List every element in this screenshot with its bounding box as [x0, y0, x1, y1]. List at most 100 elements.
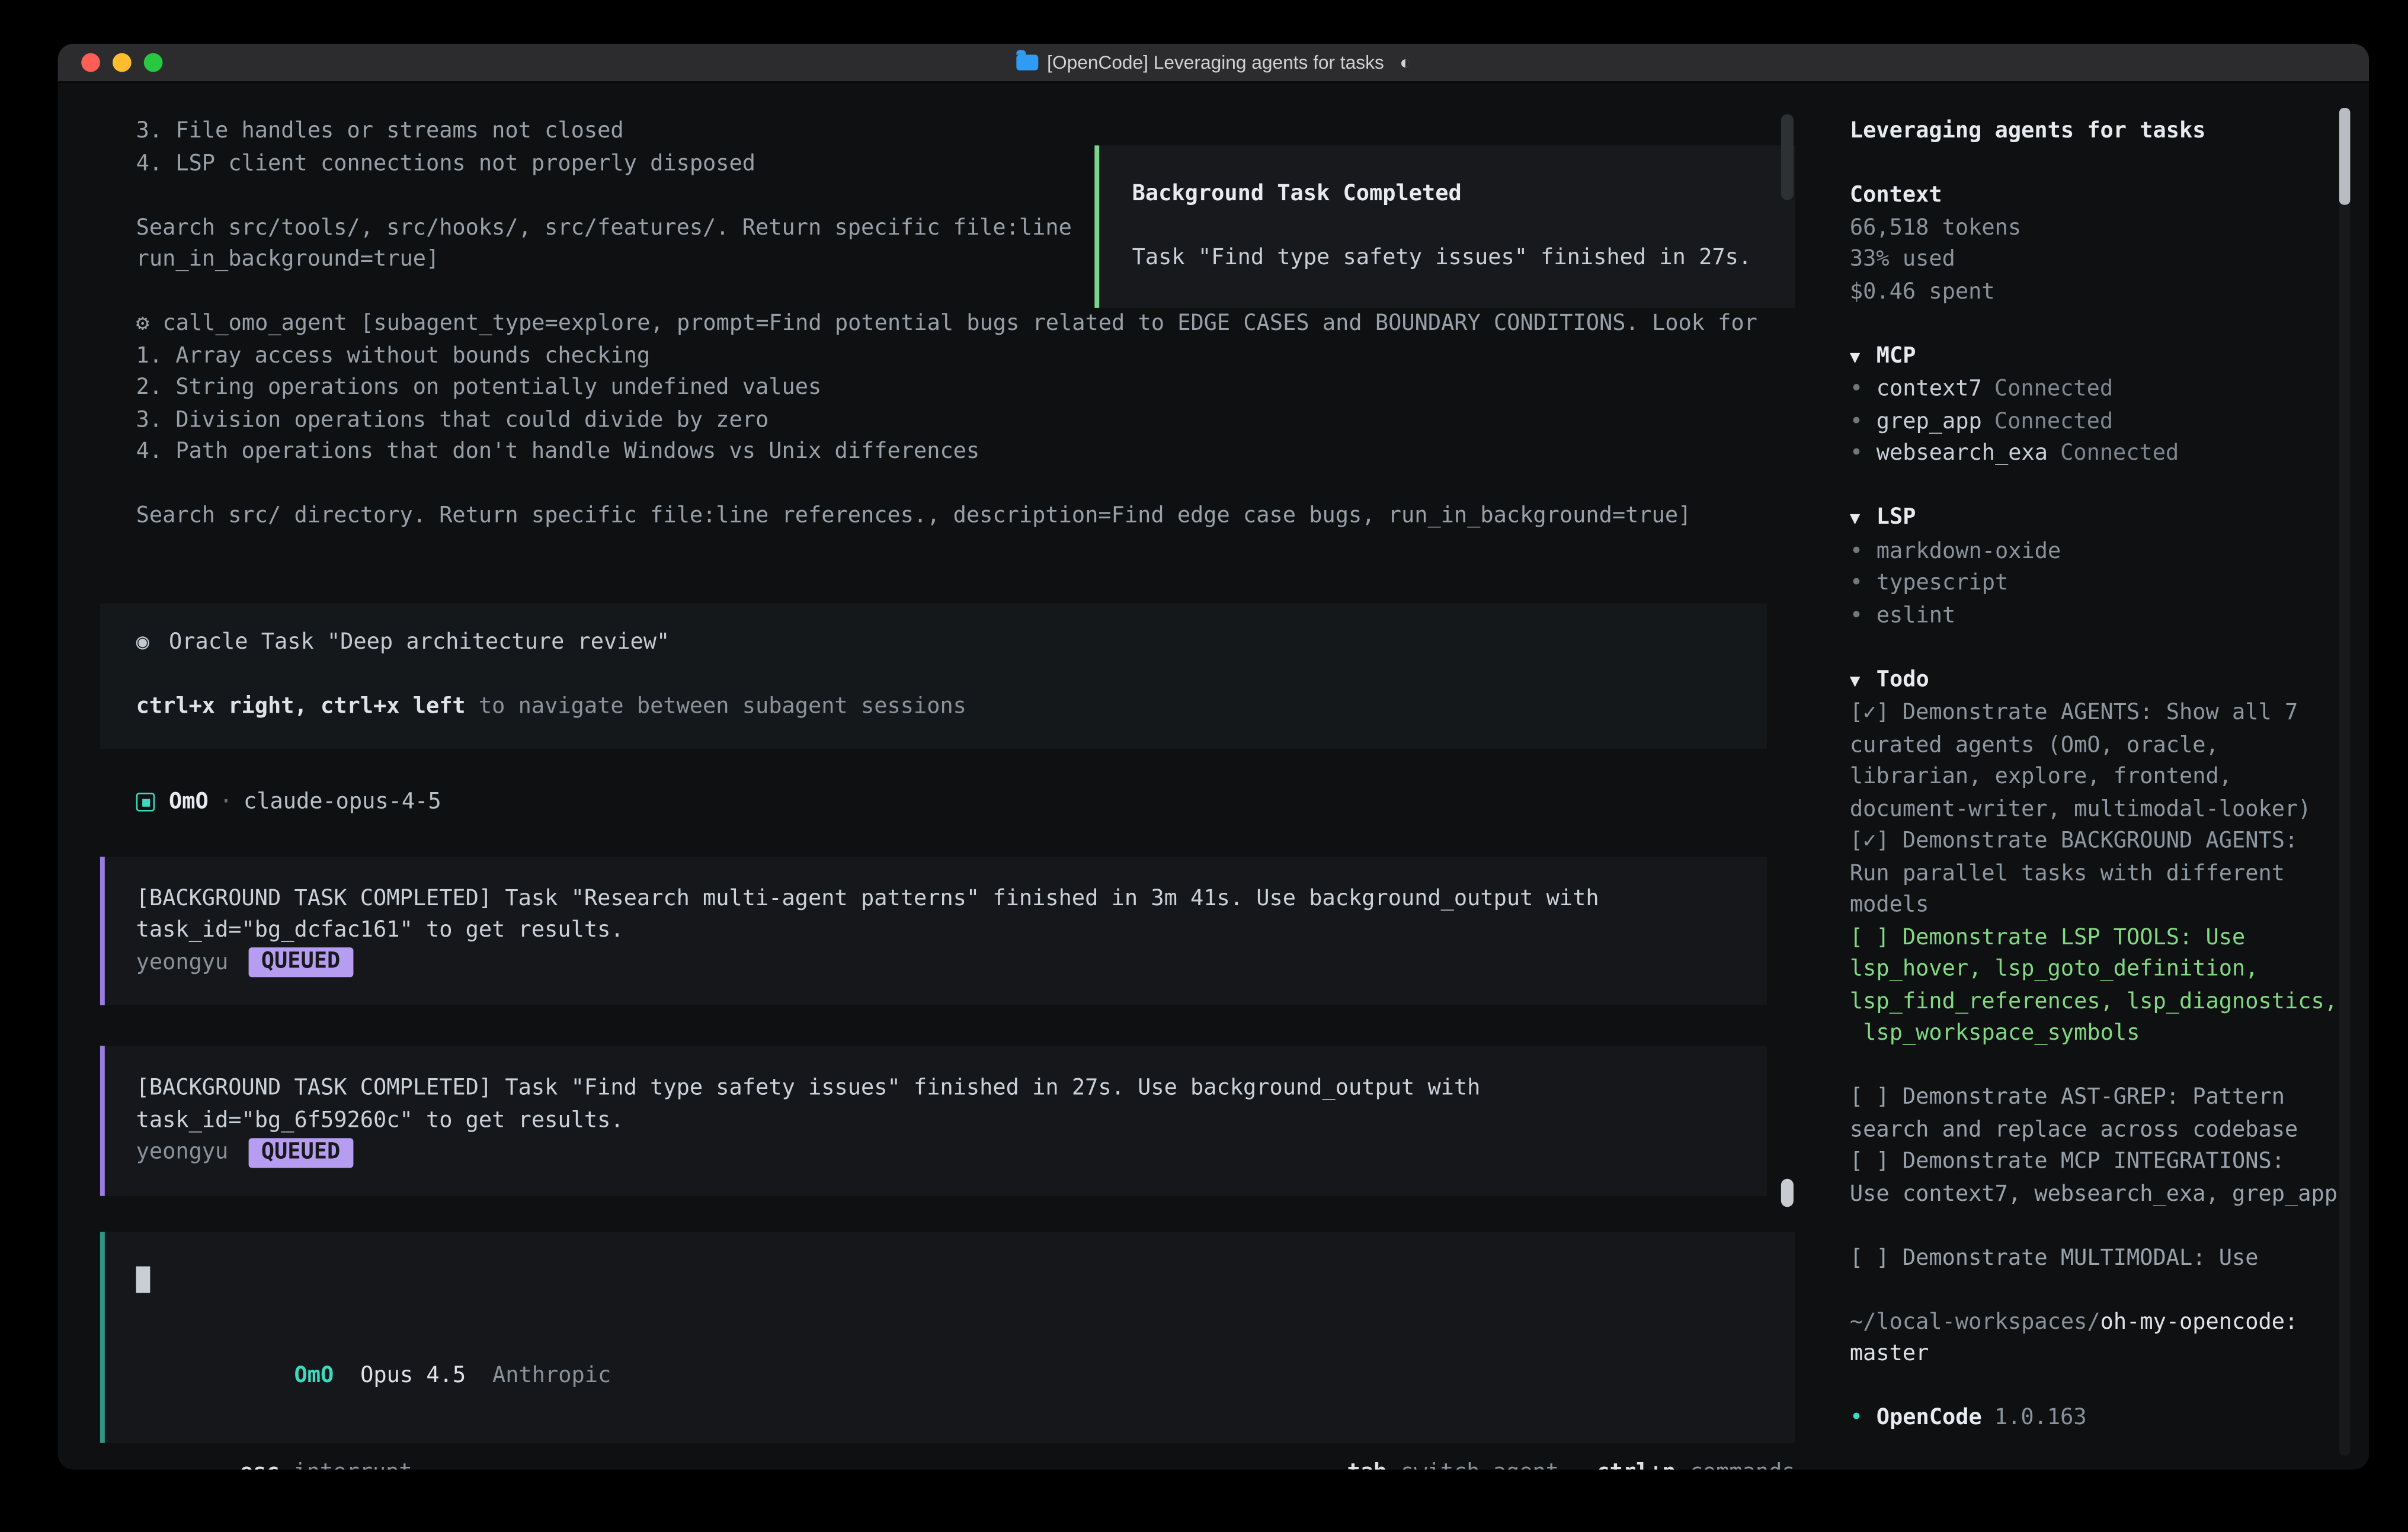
window-title-group: [OpenCode] Leveraging agents for tasks ◐ — [1016, 47, 1411, 79]
model-info-row: OmOOpus 4.5Anthropic — [136, 1328, 1764, 1424]
oracle-task-title: Oracle Task "Deep architecture review" — [169, 629, 670, 654]
tool-call-line: ⚙call_omo_agent [subagent_type=explore, … — [136, 308, 1825, 340]
terminal-line: 3. File handles or streams not closed — [136, 116, 1825, 148]
context-heading: Context — [1850, 183, 1942, 208]
bullet-icon: • — [1850, 1402, 1877, 1434]
mcp-item: •grep_appConnected — [1850, 406, 2369, 438]
toast-body: Task "Find type safety issues" finished … — [1132, 242, 1795, 274]
mcp-section: ▼MCP •context7Connected •grep_appConnect… — [1850, 340, 2369, 470]
tab-key-label: switch agent — [1401, 1457, 1559, 1470]
todo-section: ▼Todo [✓] Demonstrate AGENTS: Show all 7… — [1850, 664, 2369, 1274]
close-window-button[interactable] — [81, 53, 100, 72]
esc-key-hint: esc — [240, 1457, 280, 1470]
tool-call-line: 2. String operations on potentially unde… — [136, 372, 1825, 404]
commands-key-hint: ctrl+p — [1596, 1457, 1675, 1470]
navigation-hint-keys: ctrl+x right, ctrl+x left — [136, 693, 466, 718]
bullet-icon: • — [1850, 406, 1877, 438]
input-model-name: Opus 4.5 — [360, 1363, 466, 1388]
prompt-input[interactable]: OmOOpus 4.5Anthropic — [100, 1231, 1795, 1443]
sidebar-scrollbar-thumb[interactable] — [2339, 108, 2350, 205]
tool-call-line: 4. Path operations that don't handle Win… — [136, 436, 1825, 468]
mcp-section-toggle[interactable]: ▼MCP — [1850, 340, 2369, 374]
gear-icon: ⚙ — [136, 308, 163, 340]
mcp-heading: MCP — [1877, 343, 1916, 368]
todo-item-active: [ ] Demonstrate LSP TOOLS: Use lsp_hover… — [1850, 922, 2347, 1050]
message-text-line: [BACKGROUND TASK COMPLETED] Task "Find t… — [136, 1072, 1736, 1104]
message-author: yeongyu — [136, 947, 229, 979]
main-scrollbar-thumb[interactable] — [1781, 1179, 1794, 1207]
navigation-hint-text: to navigate between subagent sessions — [466, 693, 966, 718]
lsp-section: ▼LSP •markdown-oxide •typescript •eslint — [1850, 502, 2369, 632]
chevron-down-icon: ▼ — [1850, 504, 1877, 536]
context-section: Context 66,518 tokens 33% used $0.46 spe… — [1850, 180, 2369, 307]
lsp-item: •eslint — [1850, 600, 2369, 632]
bullet-icon: • — [1850, 568, 1877, 600]
title-bar[interactable]: [OpenCode] Leveraging agents for tasks ◐ — [58, 44, 2369, 83]
zoom-window-button[interactable] — [144, 53, 163, 72]
lsp-heading: LSP — [1877, 505, 1916, 530]
lsp-item: •typescript — [1850, 568, 2369, 600]
todo-heading: Todo — [1877, 667, 1929, 692]
main-scrollbar-thumb-top[interactable] — [1781, 114, 1794, 200]
queued-status-badge: QUEUED — [249, 948, 353, 977]
background-task-toast[interactable]: Background Task Completed Task "Find typ… — [1094, 145, 1795, 307]
screen: [OpenCode] Leveraging agents for tasks ◐… — [0, 0, 2408, 1532]
background-task-message: [BACKGROUND TASK COMPLETED] Task "Resear… — [100, 856, 1767, 1005]
todo-item: [ ] Demonstrate MULTIMODAL: Use — [1850, 1242, 2347, 1274]
folder-icon — [1016, 55, 1038, 70]
tool-call-line: 3. Division operations that could divide… — [136, 404, 1825, 436]
context-spent: $0.46 spent — [1850, 276, 2369, 308]
tool-call-line: Search src/ directory. Return specific f… — [136, 500, 1825, 532]
agent-model: claude-opus-4-5 — [244, 786, 441, 818]
agent-separator: · — [219, 786, 232, 818]
workspace-section: ~/local-workspaces/oh-my-opencode: maste… — [1850, 1306, 2369, 1370]
tool-call-block: ⚙call_omo_agent [subagent_type=explore, … — [58, 308, 1825, 533]
message-text-line: task_id="bg_dcfac161" to get results. — [136, 915, 1736, 947]
oracle-task-icon: ◉ — [136, 626, 169, 658]
bullet-icon: • — [1850, 536, 1877, 568]
context-tokens: 66,518 tokens — [1850, 212, 2369, 244]
esc-key-label: interrupt — [293, 1457, 412, 1470]
session-sidebar: Leveraging agents for tasks Context 66,5… — [1825, 83, 2369, 1470]
todo-item: [ ] Demonstrate AST-GREP: Pattern search… — [1850, 1082, 2347, 1146]
traffic-lights — [81, 44, 162, 81]
queued-status-badge: QUEUED — [249, 1138, 353, 1168]
tab-key-hint: tab — [1347, 1457, 1387, 1470]
conversation-pane: Background Task Completed Task "Find typ… — [58, 83, 1825, 1470]
sidebar-scrollbar-track[interactable] — [2339, 108, 2350, 1456]
toast-title: Background Task Completed — [1132, 178, 1795, 210]
agent-header: OmO · claude-opus-4-5 — [136, 786, 1825, 818]
todo-section-toggle[interactable]: ▼Todo — [1850, 664, 2369, 697]
tool-call-text: call_omo_agent [subagent_type=explore, p… — [162, 311, 1757, 336]
window-title: [OpenCode] Leveraging agents for tasks — [1047, 47, 1384, 79]
workspace-branch: master — [1850, 1338, 2369, 1370]
message-text-line: task_id="bg_6f59260c" to get results. — [136, 1104, 1736, 1136]
workspace-repo: oh-my-opencode: — [2100, 1309, 2298, 1334]
bullet-icon: • — [1850, 438, 1877, 470]
status-bar: ········ esc interrupt tab switch agent … — [100, 1457, 1795, 1470]
bullet-icon: • — [1850, 600, 1877, 632]
mcp-item: •websearch_exaConnected — [1850, 438, 2369, 470]
message-author: yeongyu — [136, 1137, 229, 1169]
text-cursor — [136, 1267, 150, 1293]
commands-key-label: commands — [1690, 1457, 1795, 1470]
tool-call-line: 1. Array access without bounds checking — [136, 340, 1825, 372]
chevron-down-icon: ▼ — [1850, 665, 1877, 697]
todo-item: [✓] Demonstrate BACKGROUND AGENTS: Run p… — [1850, 825, 2347, 921]
workspace-path-prefix: ~/local-workspaces/ — [1850, 1309, 2100, 1334]
mcp-item: •context7Connected — [1850, 374, 2369, 406]
todo-item: [ ] Demonstrate MCP INTEGRATIONS: Use co… — [1850, 1146, 2347, 1210]
input-provider-name: Anthropic — [492, 1363, 611, 1388]
app-name: OpenCode — [1877, 1405, 1982, 1430]
minimize-window-button[interactable] — [113, 53, 132, 72]
background-task-message: [BACKGROUND TASK COMPLETED] Task "Find t… — [100, 1046, 1767, 1195]
lsp-item: •markdown-oxide — [1850, 536, 2369, 568]
tool-call-line — [136, 468, 1825, 500]
chevron-down-icon: ▼ — [1850, 342, 1877, 374]
lsp-section-toggle[interactable]: ▼LSP — [1850, 502, 2369, 536]
oracle-task-panel: ◉Oracle Task "Deep architecture review" … — [100, 602, 1767, 749]
todo-item: [✓] Demonstrate AGENTS: Show all 7 curat… — [1850, 697, 2347, 825]
agent-name: OmO — [169, 786, 209, 818]
session-title: Leveraging agents for tasks — [1850, 116, 2369, 148]
version-section: •OpenCode1.0.163 — [1850, 1402, 2369, 1434]
